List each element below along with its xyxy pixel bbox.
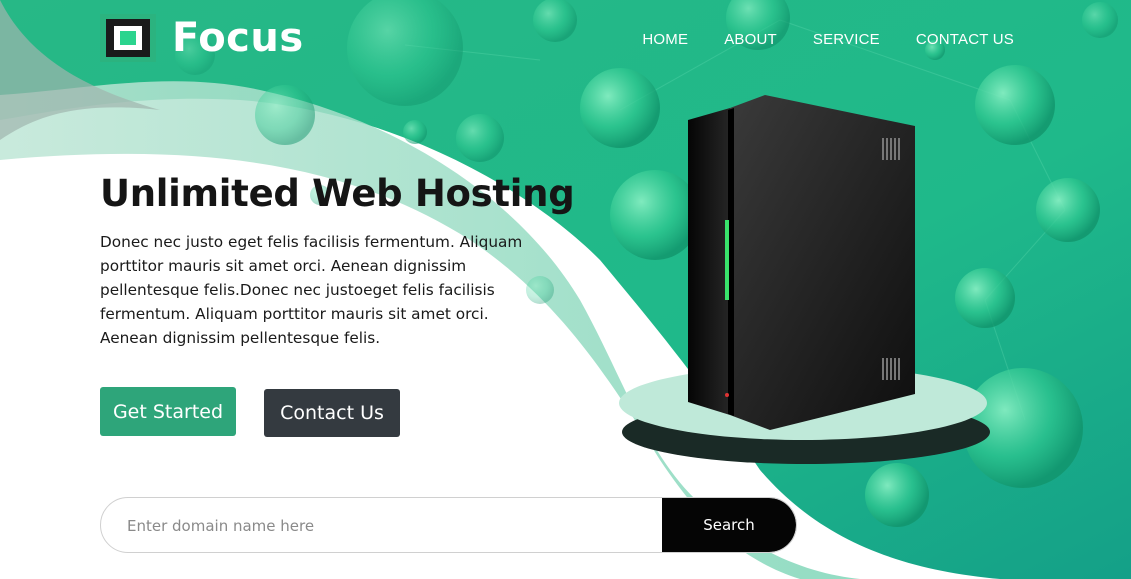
get-started-button[interactable]: Get Started: [100, 387, 236, 436]
server-illustration: [619, 95, 990, 464]
nav-home[interactable]: HOME: [642, 31, 688, 48]
nav-about[interactable]: ABOUT: [724, 31, 777, 48]
hero-description: Donec nec justo eget felis facilisis fer…: [100, 233, 523, 347]
nav-contact-us[interactable]: CONTACT US: [916, 31, 1014, 48]
main-nav: HOME ABOUT SERVICE CONTACT US: [642, 31, 1014, 48]
nav-service[interactable]: SERVICE: [813, 31, 880, 48]
brand-logo[interactable]: Focus: [100, 14, 304, 62]
domain-search-input[interactable]: [125, 498, 649, 552]
search-button[interactable]: Search: [662, 498, 796, 552]
contact-us-button[interactable]: Contact Us: [264, 389, 400, 437]
square-logo-icon: [100, 14, 156, 62]
brand-name: Focus: [172, 15, 304, 61]
domain-search: Search: [100, 497, 797, 553]
hero-title: Unlimited Web Hosting: [100, 172, 575, 215]
